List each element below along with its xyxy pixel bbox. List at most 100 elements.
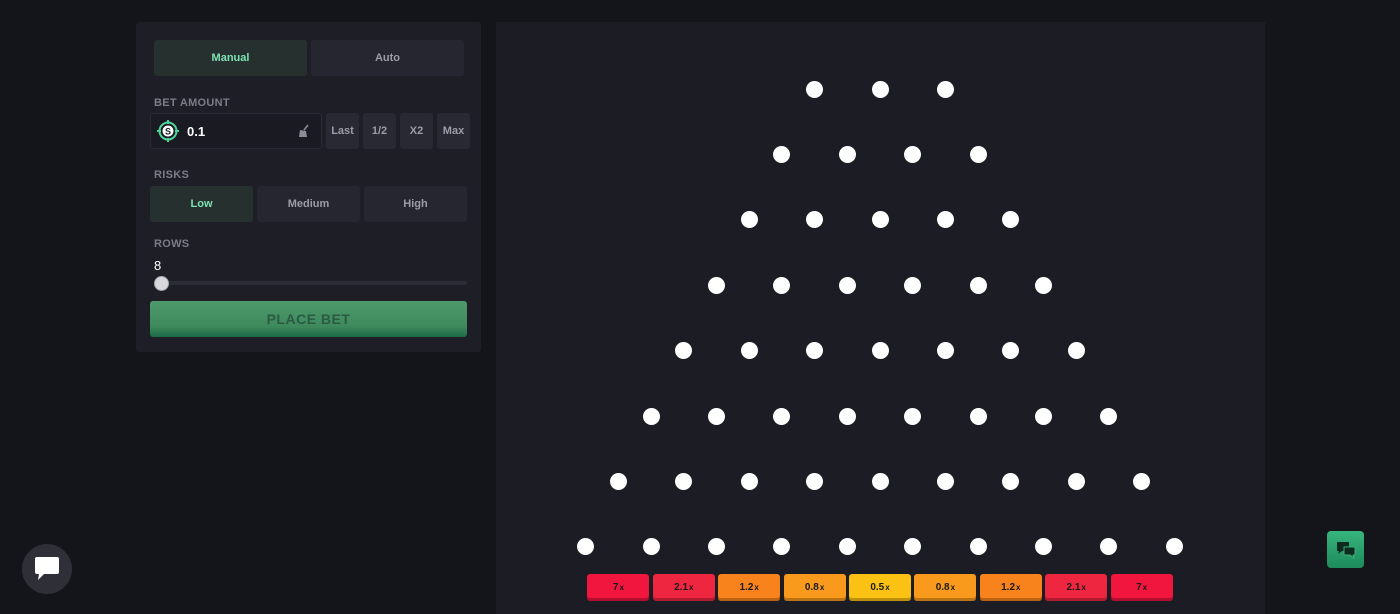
peg <box>838 538 856 556</box>
multiplier-suffix: x <box>819 583 825 592</box>
peg <box>806 80 824 98</box>
multiplier-value: 2.1 <box>1066 582 1081 593</box>
peg <box>708 538 725 556</box>
peg <box>1002 342 1020 360</box>
peg <box>936 342 954 360</box>
peg <box>609 472 627 490</box>
multiplier-suffix: x <box>950 583 956 592</box>
peg <box>773 538 791 556</box>
risks-label: RISKS <box>154 169 190 181</box>
multiplier-value: 2.1 <box>674 582 689 593</box>
rows-slider-track[interactable] <box>154 281 467 285</box>
peg <box>1100 407 1118 425</box>
peg <box>1002 211 1020 229</box>
peg <box>1002 472 1020 490</box>
multiplier-slot: 0.8 x <box>914 574 977 601</box>
support-chat-button[interactable] <box>1327 531 1364 568</box>
multiplier-slot: 2.1 x <box>1045 574 1108 601</box>
multiplier-suffix: x <box>754 583 759 592</box>
chat-bubble-icon <box>35 557 59 580</box>
peg <box>642 538 660 556</box>
tab-manual[interactable]: Manual <box>154 40 307 76</box>
multiplier-value: 7 <box>612 582 619 593</box>
peg <box>969 145 987 163</box>
peg <box>838 145 856 163</box>
peg <box>1035 538 1052 556</box>
tab-auto[interactable]: Auto <box>311 40 464 76</box>
support-chat-icon <box>1336 541 1355 559</box>
peg <box>904 145 922 163</box>
bet-double-button[interactable]: X2 <box>400 113 433 149</box>
multiplier-value: 1.2 <box>1001 582 1016 593</box>
multiplier-slot: 0.5 x <box>849 574 911 601</box>
place-bet-button[interactable]: PLACE BET <box>150 301 467 337</box>
bet-amount-label: BET AMOUNT <box>154 97 230 109</box>
bet-amount-input[interactable] <box>187 122 287 140</box>
bet-half-button[interactable]: 1/2 <box>363 113 396 149</box>
multiplier-value: 0.5 <box>870 582 885 593</box>
peg <box>773 407 791 425</box>
peg <box>675 342 693 360</box>
peg <box>1133 472 1151 490</box>
bet-control-panel: Manual Auto BET AMOUNT S Last 1/2 X2 Max <box>136 22 481 352</box>
rows-slider-thumb[interactable] <box>154 276 169 291</box>
bet-amount-row: S Last 1/2 X2 Max <box>150 113 470 149</box>
peg <box>936 472 954 490</box>
bet-max-button[interactable]: Max <box>437 113 470 149</box>
peg <box>1067 342 1085 360</box>
multiplier-slot: 7x <box>587 574 650 601</box>
peg <box>1165 538 1183 556</box>
risk-low-button[interactable]: Low <box>150 186 253 222</box>
peg <box>806 472 824 490</box>
peg <box>1035 276 1052 294</box>
peg <box>871 342 889 360</box>
multiplier-suffix: x <box>885 583 890 592</box>
peg <box>773 276 791 294</box>
multiplier-suffix: x <box>1081 583 1086 592</box>
multiplier-suffix: x <box>1142 583 1148 592</box>
risk-high-button[interactable]: High <box>364 186 467 222</box>
peg <box>838 276 856 294</box>
peg <box>904 538 922 556</box>
multiplier-slot: 7x <box>1110 574 1173 601</box>
mode-tabs: Manual Auto <box>154 40 464 76</box>
peg <box>871 472 889 490</box>
multiplier-suffix: x <box>1016 583 1021 592</box>
peg <box>740 211 758 229</box>
peg <box>904 276 922 294</box>
multiplier-value: 1.2 <box>739 582 754 593</box>
peg <box>773 145 791 163</box>
svg-text:S: S <box>165 127 171 137</box>
multiplier-value: 0.8 <box>804 582 819 593</box>
peg <box>577 538 595 556</box>
multiplier-value: 7 <box>1136 582 1142 593</box>
rows-value: 8 <box>154 258 162 273</box>
peg <box>936 211 954 229</box>
risk-selector: Low Medium High <box>150 186 467 222</box>
multiplier-slot: 2.1 x <box>652 574 715 601</box>
peg <box>969 538 987 556</box>
peg <box>806 342 824 360</box>
peg <box>806 211 824 229</box>
peg <box>1035 407 1052 425</box>
peg <box>740 342 758 360</box>
coin-icon: S <box>157 120 179 142</box>
broom-icon[interactable] <box>297 124 311 138</box>
multiplier-suffix: x <box>689 583 694 592</box>
bet-last-button[interactable]: Last <box>326 113 359 149</box>
peg <box>871 211 889 229</box>
multiplier-slot: 1.2 x <box>718 574 781 601</box>
bet-amount-field[interactable]: S <box>150 113 322 149</box>
multiplier-slot: 0.8 x <box>783 574 846 601</box>
peg <box>936 80 954 98</box>
chat-button[interactable] <box>22 544 72 594</box>
peg <box>675 472 693 490</box>
peg <box>740 472 758 490</box>
peg <box>904 407 922 425</box>
risk-medium-button[interactable]: Medium <box>257 186 360 222</box>
peg <box>969 276 987 294</box>
multiplier-value: 0.8 <box>935 582 950 593</box>
peg <box>1100 538 1118 556</box>
peg <box>708 276 725 294</box>
peg <box>708 407 725 425</box>
